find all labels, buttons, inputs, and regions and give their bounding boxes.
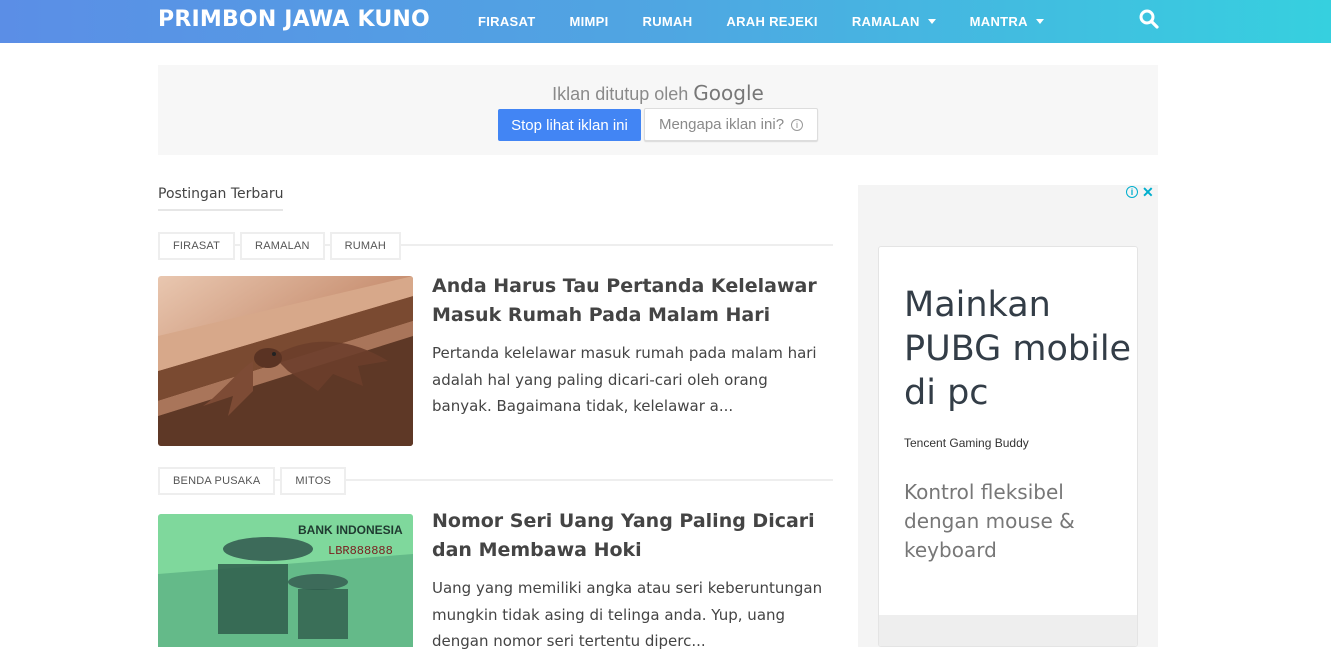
tag-rumah[interactable]: RUMAH (329, 232, 401, 260)
caret-down-icon (927, 19, 936, 24)
adchoices-icon[interactable]: i (1126, 186, 1138, 198)
tag-ramalan[interactable]: RAMALAN (240, 232, 325, 260)
section-underline (158, 209, 283, 211)
google-logo: Google (693, 81, 764, 105)
nav-label: RAMALAN (851, 14, 920, 29)
search-icon (1139, 9, 1159, 29)
top-navbar: PRIMBON JAWA KUNO FIRASAT MIMPI RUMAH AR… (0, 0, 1331, 43)
ad-closed-banner: Iklan ditutup oleh Google Stop lihat ikl… (158, 65, 1158, 155)
nav-label: MANTRA (969, 14, 1028, 29)
post-thumbnail-banknote[interactable]: BANK INDONESIA LBR888888 (158, 514, 413, 647)
nav-item-firasat[interactable]: FIRASAT (478, 14, 535, 29)
ad-body: Kontrol fleksibel dengan mouse & keyboar… (904, 480, 1075, 562)
ad-headline[interactable]: Mainkan PUBG mobile di pc (904, 283, 1134, 415)
nav-label: RUMAH (642, 14, 693, 29)
ad-closed-label: Iklan ditutup oleh (552, 84, 689, 104)
info-icon: i (791, 118, 804, 131)
nav-item-mimpi[interactable]: MIMPI (569, 14, 608, 29)
post-title[interactable]: Nomor Seri Uang Yang Paling Dicari dan M… (432, 507, 832, 565)
tag-mitos[interactable]: MITOS (280, 467, 347, 495)
ad-closed-message: Iklan ditutup oleh Google (158, 81, 1158, 105)
tag-benda-pusaka[interactable]: BENDA PUSAKA (158, 467, 276, 495)
nav-item-mantra[interactable]: MANTRA (970, 14, 1044, 29)
banknote-serial-text: LBR888888 (328, 544, 393, 558)
post-thumbnail-bat[interactable] (158, 276, 413, 446)
tag-firasat[interactable]: FIRASAT (158, 232, 236, 260)
section-title: Postingan Terbaru (158, 186, 284, 202)
banknote-bank-text: BANK INDONESIA (298, 523, 403, 537)
nav-label: MIMPI (569, 14, 609, 29)
post-title[interactable]: Anda Harus Tau Pertanda Kelelawar Masuk … (432, 272, 832, 330)
main-nav: FIRASAT MIMPI RUMAH ARAH REJEKI RAMALAN … (478, 0, 1078, 43)
post-excerpt: Uang yang memiliki angka atau seri keber… (432, 579, 823, 650)
why-this-ad-button[interactable]: Mengapa iklan ini? i (644, 108, 818, 141)
ad-controls: i ✕ (1126, 185, 1154, 199)
post-tags: BENDA PUSAKA MITOS (158, 467, 833, 495)
nav-item-rumah[interactable]: RUMAH (643, 14, 693, 29)
search-button[interactable] (1138, 8, 1160, 30)
why-this-ad-label: Mengapa iklan ini? (658, 116, 785, 133)
post-excerpt: Pertanda kelelawar masuk rumah pada mala… (432, 344, 817, 415)
post-tags: FIRASAT RAMALAN RUMAH (158, 232, 833, 260)
close-icon[interactable]: ✕ (1142, 185, 1154, 199)
stop-seeing-ad-button[interactable]: Stop lihat iklan ini (498, 109, 641, 141)
nav-item-ramalan[interactable]: RAMALAN (852, 14, 936, 29)
ad-advertiser: Tencent Gaming Buddy (904, 436, 1029, 450)
nav-label: FIRASAT (478, 14, 536, 29)
nav-label: ARAH REJEKI (726, 14, 818, 29)
ad-card[interactable]: Mainkan PUBG mobile di pc Tencent Gaming… (878, 246, 1138, 647)
nav-item-arah-rejeki[interactable]: ARAH REJEKI (726, 14, 817, 29)
site-logo[interactable]: PRIMBON JAWA KUNO (158, 7, 430, 32)
bat-image (158, 276, 413, 446)
ad-footer (879, 615, 1137, 646)
caret-down-icon (1035, 19, 1044, 24)
banknote-image: BANK INDONESIA LBR888888 (158, 514, 413, 647)
